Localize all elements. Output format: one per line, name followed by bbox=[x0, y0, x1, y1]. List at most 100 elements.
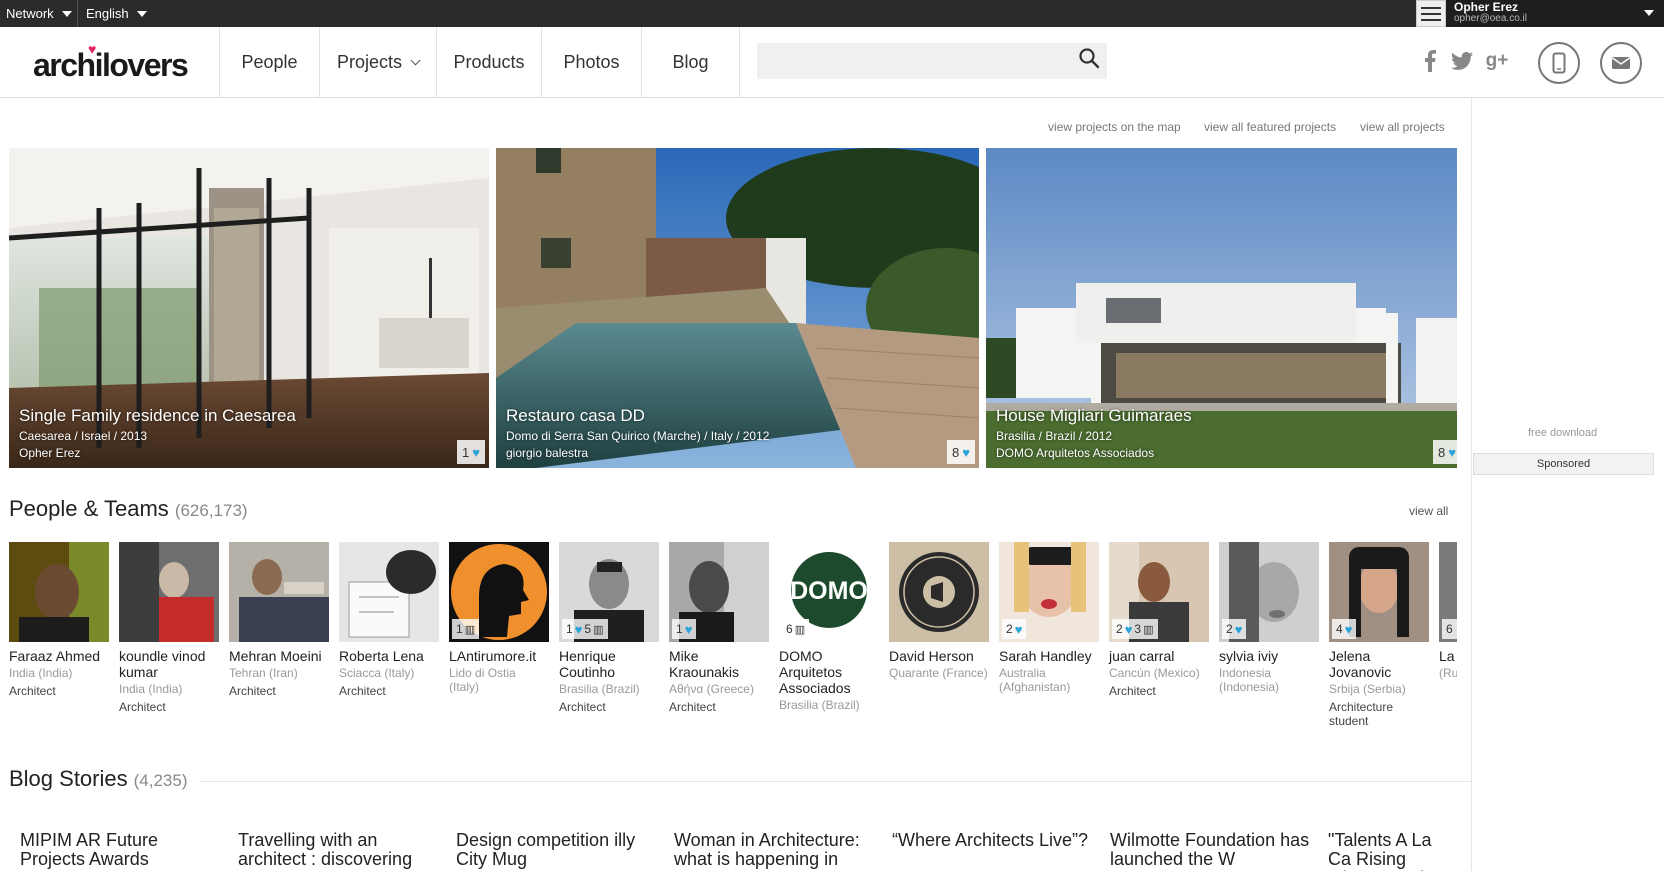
heart-icon: ♥ bbox=[1014, 621, 1023, 637]
google-plus-icon[interactable]: g+ bbox=[1485, 49, 1509, 73]
blog-count: (4,235) bbox=[133, 771, 188, 790]
badge-count: 6 bbox=[786, 622, 793, 636]
person-avatar: 4 ♥ bbox=[1329, 542, 1429, 642]
blog-story-title[interactable]: Design competition illy City Mug bbox=[456, 831, 656, 869]
user-menu[interactable]: Opher Erez opher@oea.co.il bbox=[1416, 0, 1664, 27]
badge-count: 1 bbox=[676, 622, 683, 636]
person-card[interactable]: 4 ♥ Jelena Jovanovic Srbija (Serbia) Arch… bbox=[1329, 542, 1429, 728]
person-avatar: 2 ♥ bbox=[999, 542, 1099, 642]
stats-badge: 2 ♥ 3 ▥ bbox=[1112, 619, 1158, 639]
sponsored-label: Sponsored bbox=[1473, 453, 1654, 475]
person-card[interactable]: Roberta Lena Sciacca (Italy) Architect bbox=[339, 542, 439, 698]
featured-author[interactable]: Opher Erez bbox=[19, 446, 296, 460]
people-count: (626,173) bbox=[174, 501, 248, 520]
person-location: Lido di Ostia (Italy) bbox=[449, 666, 516, 694]
person-name: Jelena Jovanovic bbox=[1329, 648, 1392, 680]
blog-story-title[interactable]: Travelling with an architect : discoveri… bbox=[238, 831, 438, 869]
person-role: Architect bbox=[559, 700, 606, 714]
blog-story-title[interactable]: “Where Architects Live”? bbox=[892, 831, 1092, 850]
project-count-badge: 1 ▥ bbox=[452, 619, 480, 639]
person-card[interactable]: 6 La Ro (Ru bbox=[1439, 542, 1457, 680]
featured-project-card[interactable]: Restauro casa DD Domo di Serra San Quiri… bbox=[496, 148, 979, 468]
like-badge[interactable]: 8 ♥ bbox=[947, 440, 975, 464]
featured-location: Domo di Serra San Quirico (Marche) / Ita… bbox=[506, 429, 770, 443]
mobile-icon bbox=[1552, 52, 1566, 74]
person-role: Architect bbox=[339, 684, 386, 698]
person-role: Architect bbox=[229, 684, 276, 698]
person-card[interactable]: koundle vinod kumar India (India) Archit… bbox=[119, 542, 219, 714]
person-name: sylvia iviy bbox=[1219, 648, 1279, 664]
nav-photos[interactable]: Photos bbox=[541, 27, 641, 98]
badge-count: 4 bbox=[1336, 622, 1343, 636]
badge-count: 3 bbox=[1134, 622, 1142, 636]
person-name: koundle vinod kumar bbox=[119, 648, 206, 680]
person-location: India (India) bbox=[9, 666, 73, 680]
logo[interactable]: archilovers bbox=[33, 47, 189, 84]
twitter-icon[interactable] bbox=[1450, 49, 1474, 73]
free-download-link[interactable]: free download bbox=[1528, 427, 1597, 439]
blog-story-title[interactable]: Woman in Architecture: what is happening… bbox=[674, 831, 874, 869]
blog-story-title[interactable]: "Talents A La Ca Rising talents on sho bbox=[1328, 831, 1457, 871]
person-name: Roberta Lena bbox=[339, 648, 424, 664]
language-dropdown[interactable]: English bbox=[80, 0, 147, 27]
featured-project-card[interactable]: Single Family residence in Caesarea Caes… bbox=[9, 148, 489, 468]
top-bar: Network English Opher Erez opher@oea.co.… bbox=[0, 0, 1664, 27]
person-card[interactable]: 2 ♥ 3 ▥ juan carral Cancún (Mexico) Archite… bbox=[1109, 542, 1209, 698]
badge-count: 2 bbox=[1116, 622, 1123, 636]
person-card[interactable]: 1 ♥ Mike Kraounakis Αθήνα (Greece) Archit… bbox=[669, 542, 769, 714]
person-role: Architecture student bbox=[1329, 700, 1394, 728]
nav-blog[interactable]: Blog bbox=[641, 27, 740, 98]
featured-caption: Single Family residence in Caesarea Caes… bbox=[19, 406, 296, 460]
caret-down-icon bbox=[1644, 10, 1654, 16]
person-card[interactable]: David Herson Quarante (France) bbox=[889, 542, 989, 680]
like-badge[interactable]: 8 ♥ bbox=[1433, 440, 1457, 464]
badge-count: 6 bbox=[1446, 622, 1453, 636]
blog-story-title[interactable]: Wilmotte Foundation has launched the W bbox=[1110, 831, 1310, 869]
person-location: Indonesia (Indonesia) bbox=[1219, 666, 1280, 694]
view-featured-projects-link[interactable]: view all featured projects bbox=[1204, 120, 1336, 134]
featured-caption: Restauro casa DD Domo di Serra San Quiri… bbox=[506, 406, 769, 460]
nav-products[interactable]: Products bbox=[436, 27, 541, 98]
main-nav: People Projects Products Photos Blog bbox=[219, 27, 740, 98]
person-avatar bbox=[9, 542, 109, 642]
like-count: 8 bbox=[1438, 444, 1446, 460]
person-card[interactable]: 1 ♥ 5 ▥ Henrique Coutinho Brasilia (Brazil)… bbox=[559, 542, 659, 714]
person-name: Sarah Handley bbox=[999, 648, 1092, 664]
nav-people[interactable]: People bbox=[219, 27, 319, 98]
person-avatar: 1 ▥ bbox=[449, 542, 549, 642]
divider bbox=[200, 781, 1471, 782]
like-badge[interactable]: 1 ♥ bbox=[457, 440, 485, 464]
badge-count: 2 bbox=[1006, 622, 1013, 636]
featured-caption: House Migliari Guimaraes Brasilia / Braz… bbox=[996, 406, 1192, 460]
person-card[interactable]: DOMO 6 ▥ DOMO Arquitetos Associados Brasi… bbox=[779, 542, 879, 712]
view-all-projects-link[interactable]: view all projects bbox=[1360, 120, 1445, 134]
featured-author[interactable]: giorgio balestra bbox=[506, 446, 769, 460]
people-section-title: People & Teams (626,173) bbox=[9, 496, 248, 522]
person-card[interactable]: 1 ▥ LAntirumore.it Lido di Ostia (Italy) bbox=[449, 542, 549, 694]
person-card[interactable]: Faraaz Ahmed India (India) Architect bbox=[9, 542, 109, 698]
person-card[interactable]: 2 ♥ Sarah Handley Australia (Afghanistan) bbox=[999, 542, 1099, 694]
view-all-people-link[interactable]: view all bbox=[1409, 504, 1448, 518]
messages-button[interactable] bbox=[1600, 42, 1642, 84]
featured-author[interactable]: DOMO Arquitetos Associados bbox=[996, 446, 1192, 460]
search-icon[interactable] bbox=[1078, 47, 1100, 69]
person-location: Cancún (Mexico) bbox=[1109, 666, 1200, 680]
featured-project-card[interactable]: House Migliari Guimaraes Brasilia / Braz… bbox=[986, 148, 1457, 468]
search-input[interactable] bbox=[757, 43, 1057, 79]
heart-logo-icon: ♥ bbox=[88, 41, 97, 57]
person-avatar: 1 ♥ 5 ▥ bbox=[559, 542, 659, 642]
person-role: Architect bbox=[1109, 684, 1156, 698]
projects-icon: ▥ bbox=[1143, 623, 1154, 636]
badge-count: 5 bbox=[584, 622, 592, 636]
person-card[interactable]: Mehran Moeini Tehran (Iran) Architect bbox=[229, 542, 329, 698]
person-avatar: 2 ♥ 3 ▥ bbox=[1109, 542, 1209, 642]
project-count-badge: 6 ▥ bbox=[782, 619, 810, 639]
facebook-icon[interactable] bbox=[1418, 49, 1442, 73]
people-list: Faraaz Ahmed India (India) Architect kou… bbox=[9, 542, 1457, 732]
nav-projects[interactable]: Projects bbox=[319, 27, 436, 98]
blog-story-title[interactable]: MIPIM AR Future Projects Awards bbox=[20, 831, 220, 869]
person-card[interactable]: 2 ♥ sylvia iviy Indonesia (Indonesia) bbox=[1219, 542, 1319, 694]
mobile-app-button[interactable] bbox=[1538, 42, 1580, 84]
network-dropdown[interactable]: Network bbox=[0, 0, 72, 27]
view-projects-map-link[interactable]: view projects on the map bbox=[1048, 120, 1181, 134]
